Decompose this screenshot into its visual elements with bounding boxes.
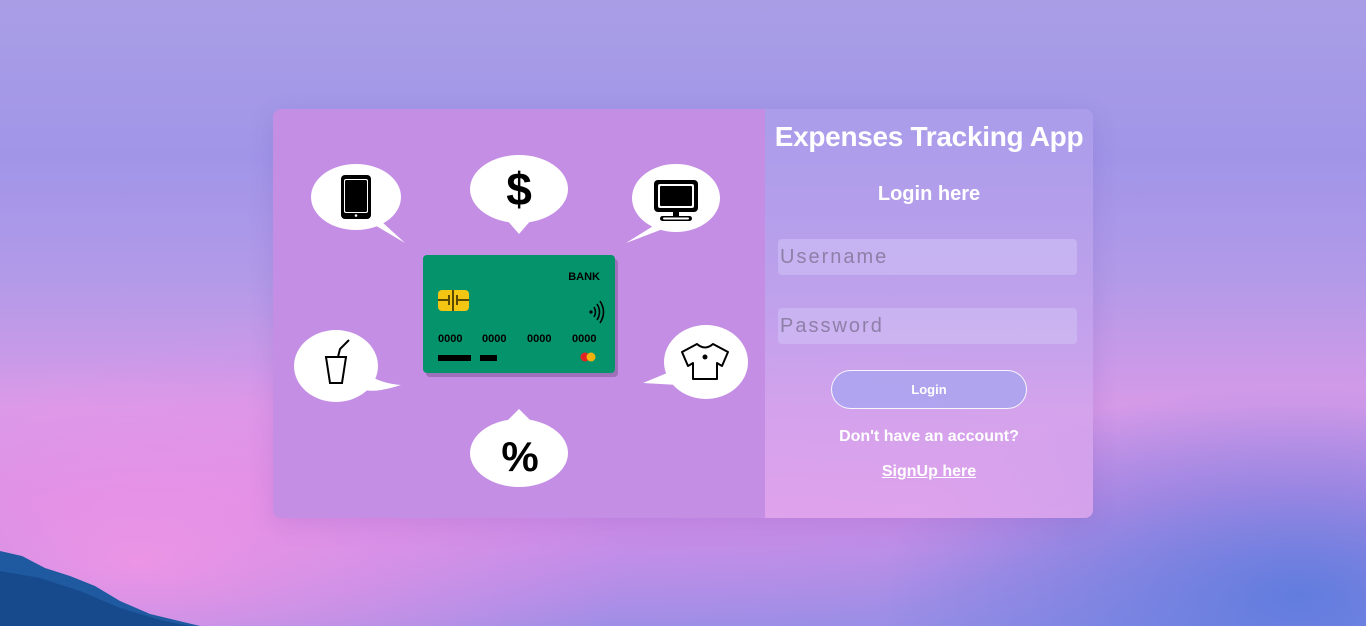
mastercard-logo (580, 352, 596, 362)
app-title: Expenses Tracking App (774, 121, 1084, 152)
card-number-group-2: 0000 (482, 333, 506, 345)
dollar-icon: $ (506, 163, 532, 215)
phone-bubble (311, 164, 405, 243)
mountain-silhouette (0, 551, 200, 626)
phone-icon (341, 175, 371, 219)
dollar-bubble: $ (470, 155, 568, 234)
credit-card-illustration: BANK 0000 0000 0000 0000 (423, 255, 618, 377)
card-number-group-4: 0000 (572, 333, 596, 345)
bank-label: BANK (568, 271, 600, 283)
monitor-bubble (626, 164, 720, 243)
percent-icon: % (501, 433, 538, 480)
no-account-text: Don't have an account? (839, 428, 1019, 445)
signup-link[interactable]: SignUp here (765, 463, 1093, 481)
drink-bubble (294, 330, 401, 402)
percent-bubble: % (470, 409, 568, 487)
card-number-group-1: 0000 (438, 333, 462, 345)
login-form-panel: Expenses Tracking App Login here Login D… (765, 109, 1093, 518)
illustration-panel: $ BANK 0000 0000 0000 0000 % (273, 109, 765, 518)
login-card: $ BANK 0000 0000 0000 0000 % Expenses Tr… (273, 109, 1093, 518)
expenses-illustration: $ BANK 0000 0000 0000 0000 % (294, 155, 748, 487)
card-chip-icon (438, 290, 469, 311)
password-input[interactable] (778, 308, 1077, 344)
username-input[interactable] (778, 239, 1077, 275)
login-button[interactable]: Login (831, 370, 1027, 409)
login-heading: Login here (877, 183, 981, 205)
card-number-group-3: 0000 (527, 333, 551, 345)
tshirt-bubble (643, 325, 748, 399)
